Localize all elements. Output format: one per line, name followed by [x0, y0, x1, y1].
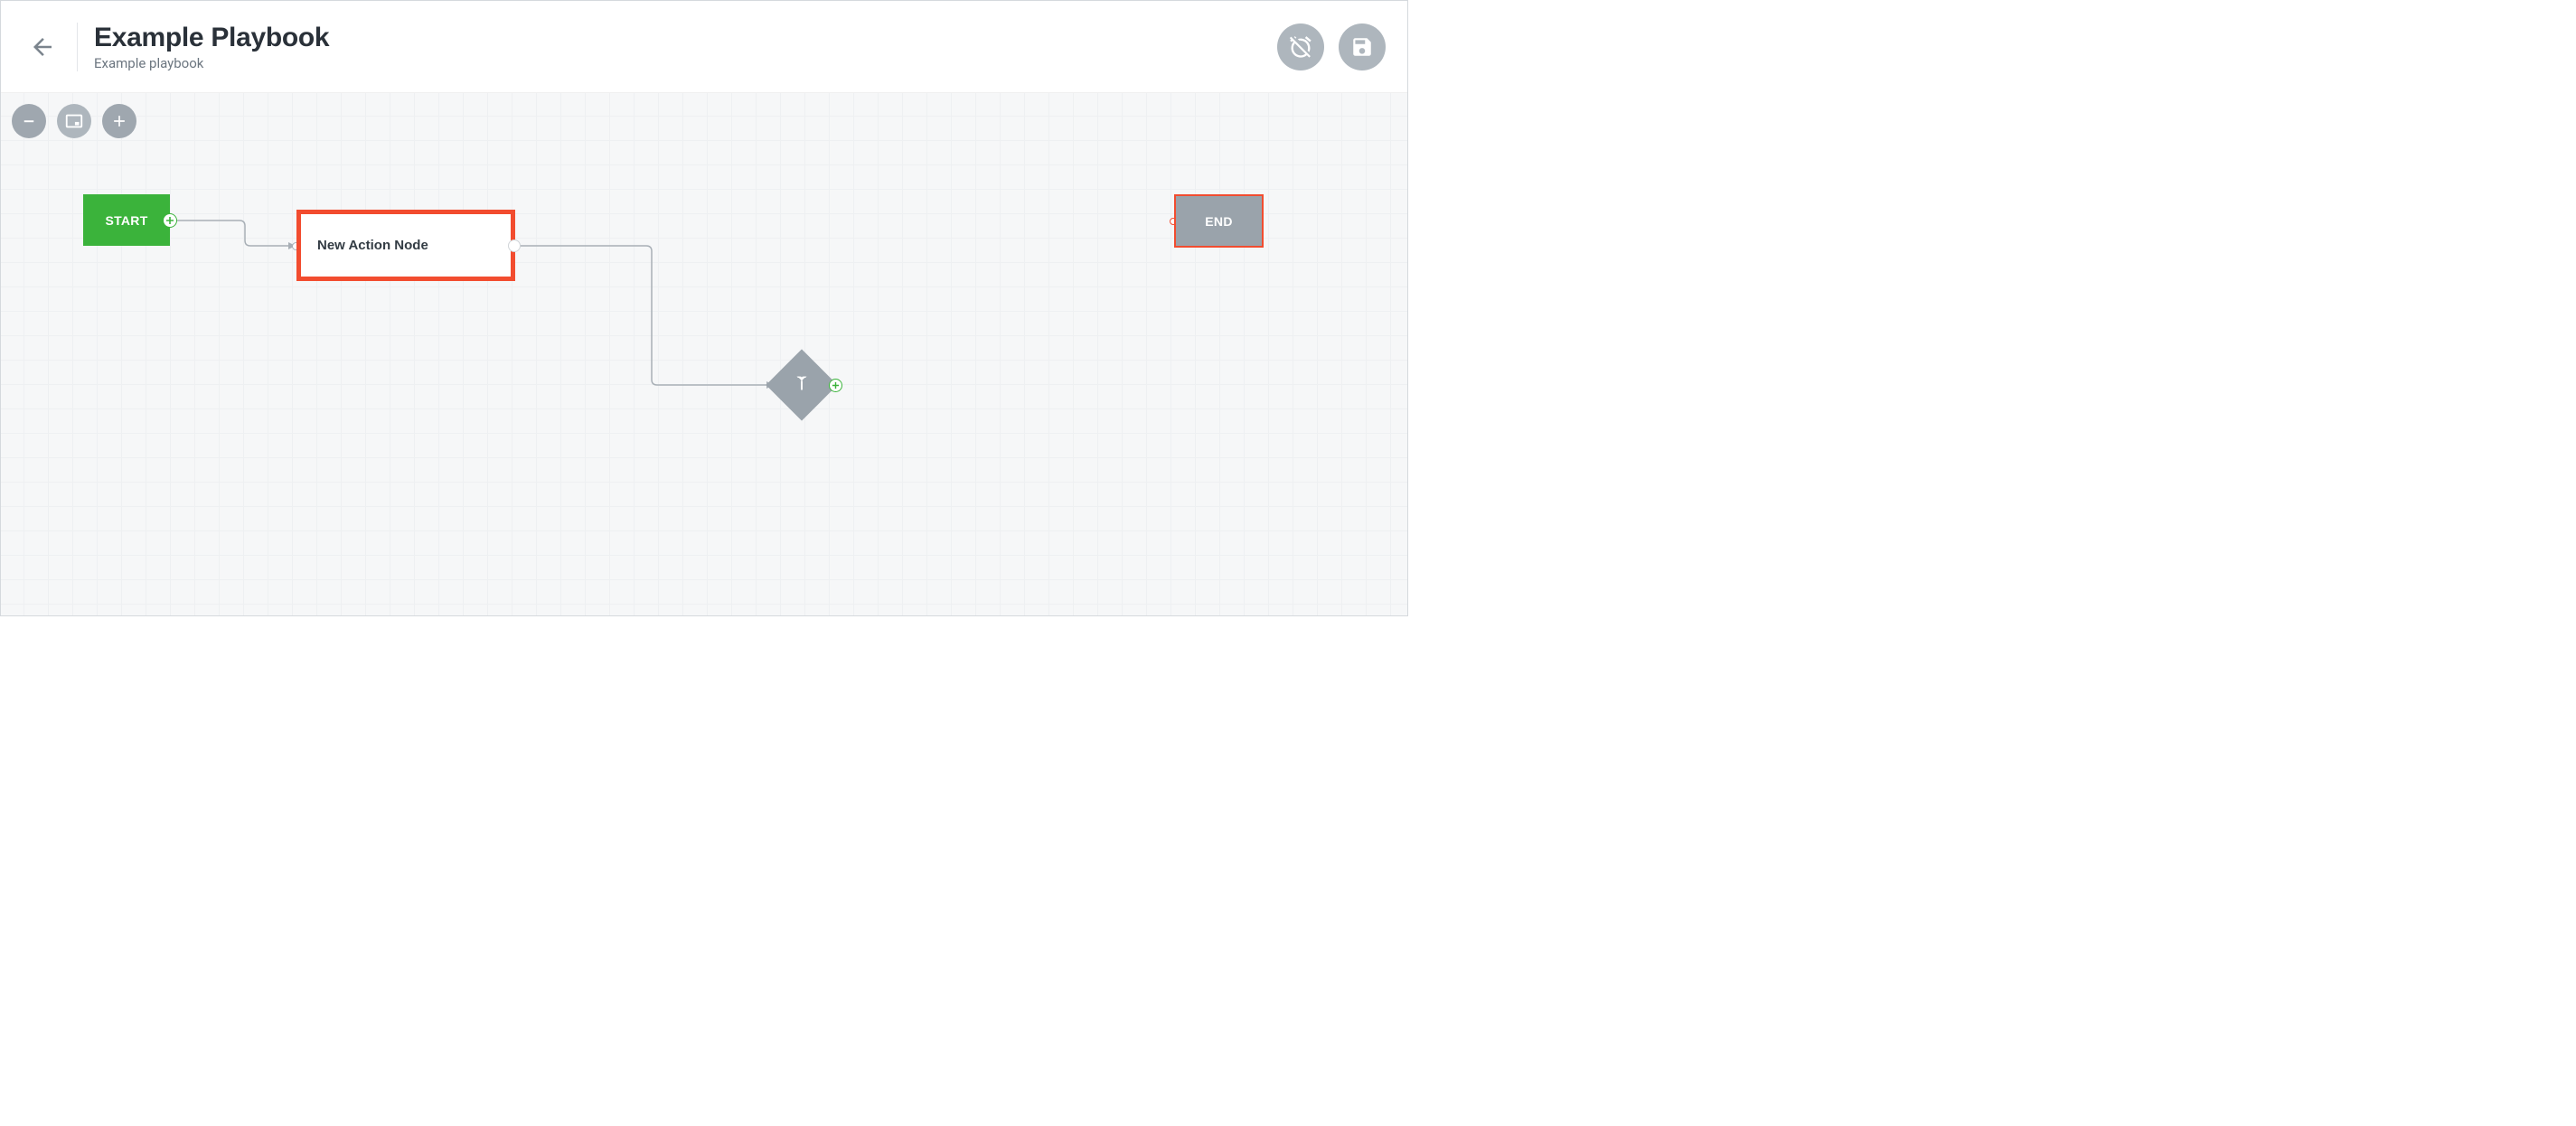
minus-icon: [21, 113, 37, 129]
save-button[interactable]: [1339, 23, 1386, 70]
fit-screen-button[interactable]: [57, 104, 91, 138]
zoom-out-button[interactable]: [12, 104, 46, 138]
schedule-button[interactable]: [1277, 23, 1324, 70]
back-button[interactable]: [14, 33, 71, 61]
header-bar: Example Playbook Example playbook: [1, 1, 1407, 93]
start-node[interactable]: START: [83, 194, 170, 246]
branch-icon: [792, 373, 812, 393]
end-node[interactable]: END: [1174, 194, 1264, 248]
decision-add-button[interactable]: [829, 379, 842, 392]
header-titles: Example Playbook Example playbook: [94, 23, 329, 71]
action-output-port[interactable]: [508, 239, 521, 252]
connector-action-decision: [520, 238, 782, 396]
playbook-canvas[interactable]: START New Action Node END: [1, 93, 1407, 615]
connector-start-action: [176, 209, 303, 254]
plus-icon: [110, 112, 128, 130]
arrow-left-icon: [29, 33, 56, 61]
start-label: START: [105, 213, 147, 228]
save-icon: [1350, 35, 1374, 59]
plus-icon: [165, 216, 174, 225]
zoom-in-button[interactable]: [102, 104, 136, 138]
plus-icon: [832, 381, 840, 389]
zoom-toolbar: [12, 104, 136, 138]
fit-screen-icon: [64, 111, 84, 131]
alarm-off-icon: [1288, 34, 1313, 60]
page-title: Example Playbook: [94, 23, 329, 53]
decision-node[interactable]: [766, 349, 837, 420]
start-add-button[interactable]: [163, 213, 177, 228]
page-subtitle: Example playbook: [94, 55, 329, 71]
action-node[interactable]: New Action Node: [296, 210, 515, 281]
end-label: END: [1205, 214, 1232, 229]
header-divider: [77, 23, 78, 71]
action-label: New Action Node: [317, 238, 428, 253]
